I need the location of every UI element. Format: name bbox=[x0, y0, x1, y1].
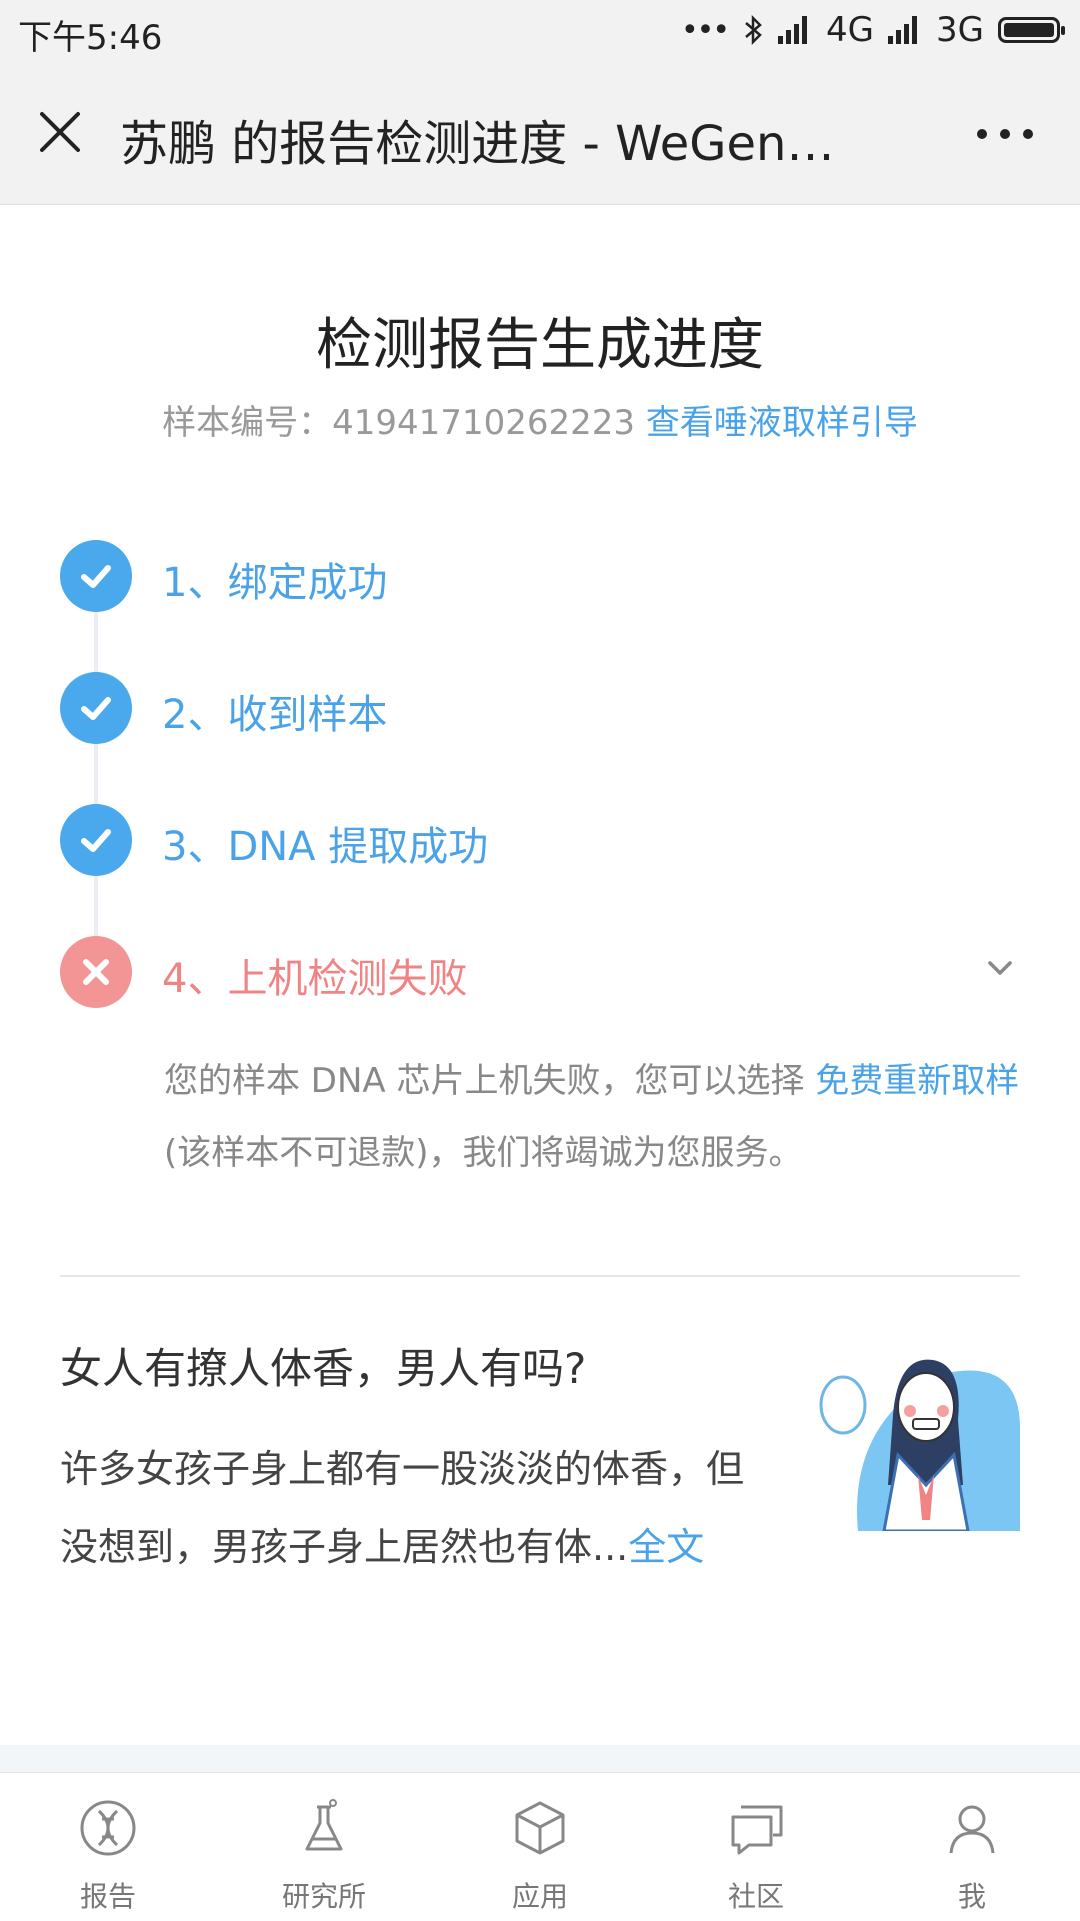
step-label: 1、绑定成功 bbox=[162, 560, 388, 606]
failure-description: 您的样本 DNA 芯片上机失败，您可以选择 免费重新取样 (该样本不可退款)，我… bbox=[164, 1045, 1024, 1189]
steps-connector-line bbox=[94, 576, 98, 976]
step-label: 3、DNA 提取成功 bbox=[162, 824, 489, 870]
cross-icon bbox=[60, 936, 132, 1008]
failure-text-end: (该样本不可退款)，我们将竭诚为您服务。 bbox=[164, 1133, 803, 1173]
read-full-link[interactable]: 全文 bbox=[628, 1525, 704, 1569]
tab-label: 我 bbox=[957, 1880, 986, 1913]
bluetooth-icon bbox=[745, 15, 762, 45]
page-title: 苏鹏 的报告检测进度 - WeGene... bbox=[120, 116, 860, 172]
tab-community[interactable]: 社区 bbox=[648, 1773, 864, 1921]
title-bar: 苏鹏 的报告检测进度 - WeGene... bbox=[0, 62, 1080, 205]
check-icon bbox=[60, 672, 132, 744]
dna-icon bbox=[80, 1800, 136, 1856]
free-resample-link[interactable]: 免费重新取样 bbox=[815, 1061, 1019, 1101]
progress-heading: 检测报告生成进度 bbox=[316, 313, 764, 378]
more-menu-icon[interactable] bbox=[970, 114, 1040, 154]
user-icon bbox=[949, 1805, 995, 1854]
bottom-tab-bar: 报告 研究所 应用 社区 我 bbox=[0, 1772, 1080, 1921]
tab-label: 研究所 bbox=[281, 1880, 366, 1913]
check-icon bbox=[60, 804, 132, 876]
tab-apps[interactable]: 应用 bbox=[432, 1773, 648, 1921]
network-3g-label: 3G bbox=[936, 10, 984, 50]
article-summary: 许多女孩子身上都有一股淡淡的体香，但没想到，男孩子身上居然也有体...全文 bbox=[60, 1430, 760, 1586]
bottom-shade bbox=[0, 1745, 1080, 1775]
status-icons: ••• 4G 3G bbox=[680, 10, 1065, 50]
tab-label: 报告 bbox=[79, 1880, 136, 1913]
saliva-guide-link[interactable]: 查看唾液取样引导 bbox=[646, 403, 918, 443]
divider bbox=[60, 1275, 1020, 1277]
more-dots-icon: ••• bbox=[680, 12, 730, 48]
sample-number: 41941710262223 bbox=[332, 403, 636, 443]
chevron-down-icon[interactable] bbox=[980, 948, 1020, 988]
battery-icon bbox=[998, 17, 1065, 43]
chat-icon bbox=[731, 1805, 783, 1855]
check-icon bbox=[60, 540, 132, 612]
signal-icon bbox=[778, 16, 812, 44]
tab-label: 应用 bbox=[511, 1880, 568, 1913]
article-thumbnail[interactable] bbox=[818, 1345, 1020, 1531]
status-bar: 下午5:46 ••• 4G 3G bbox=[0, 0, 1080, 62]
sample-number-line: 样本编号：41941710262223 查看唾液取样引导 bbox=[0, 395, 1080, 444]
tab-report[interactable]: 报告 bbox=[0, 1773, 216, 1921]
article-title[interactable]: 女人有撩人体香，男人有吗? bbox=[60, 1335, 586, 1396]
step-label: 2、收到样本 bbox=[162, 692, 388, 738]
status-time: 下午5:46 bbox=[18, 18, 163, 58]
network-4g-label: 4G bbox=[826, 10, 875, 50]
sample-label: 样本编号： bbox=[162, 403, 333, 443]
tab-label: 社区 bbox=[727, 1880, 784, 1913]
signal-icon-2 bbox=[888, 16, 922, 44]
tab-me[interactable]: 我 bbox=[864, 1773, 1080, 1921]
step-bind: 1、绑定成功 bbox=[60, 540, 1020, 612]
tab-lab[interactable]: 研究所 bbox=[216, 1773, 432, 1921]
step-label: 4、上机检测失败 bbox=[162, 956, 468, 1002]
step-received: 2、收到样本 bbox=[60, 672, 1020, 744]
failure-text: 您的样本 DNA 芯片上机失败，您可以选择 bbox=[164, 1061, 816, 1101]
flask-icon bbox=[305, 1799, 343, 1851]
step-test-failed[interactable]: 4、上机检测失败 bbox=[60, 936, 1020, 1008]
cube-icon bbox=[515, 1801, 565, 1855]
step-dna-extracted: 3、DNA 提取成功 bbox=[60, 804, 1020, 876]
close-icon[interactable] bbox=[30, 102, 90, 162]
